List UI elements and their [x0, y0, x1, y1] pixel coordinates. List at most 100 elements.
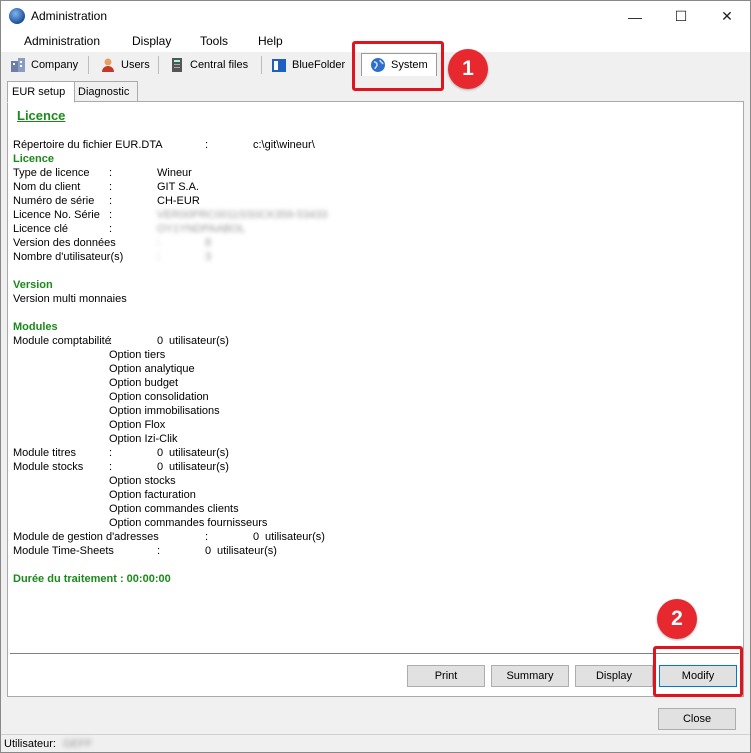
building-icon: [10, 57, 26, 73]
option-budget: Option budget: [109, 377, 179, 389]
tab-central-files[interactable]: Central files: [169, 53, 248, 76]
module-adresses-unit: utilisateur(s): [265, 531, 325, 543]
file-path-label: Répertoire du fichier EUR.DTA: [13, 139, 163, 151]
blue-folder-icon: [271, 57, 287, 73]
close-window-button[interactable]: ✕: [704, 1, 750, 32]
window-title: Administration: [31, 9, 108, 23]
version-value: Version multi monnaies: [13, 293, 127, 305]
menu-tools[interactable]: Tools: [200, 34, 228, 48]
status-user-value: GEFF: [63, 738, 93, 750]
version-section-title: Version: [13, 279, 53, 291]
data-version-sep: :: [157, 237, 161, 249]
option-commandes-clients: Option commandes clients: [109, 503, 239, 515]
toolbar-separator: [261, 56, 262, 74]
module-titres-label: Module titres: [13, 447, 76, 459]
data-version-label: Version des données: [13, 237, 116, 249]
status-bar: Utilisateur: GEFF: [1, 734, 750, 752]
client-name-label: Nom du client: [13, 181, 81, 193]
menu-display[interactable]: Display: [132, 34, 171, 48]
status-user-label: Utilisateur:: [4, 738, 56, 750]
module-timesheets-label: Module Time-Sheets: [13, 545, 114, 557]
maximize-button[interactable]: ☐: [658, 1, 704, 32]
minimize-button[interactable]: —: [612, 1, 658, 32]
menu-administration[interactable]: Administration: [24, 34, 100, 48]
highlight-system-tab: [352, 41, 444, 91]
option-commandes-fournisseurs: Option commandes fournisseurs: [109, 517, 268, 529]
tab-bluefolder-label: BlueFolder: [292, 58, 346, 71]
tab-company[interactable]: Company: [10, 53, 78, 76]
modules-section-title: Modules: [13, 321, 58, 333]
user-count-label: Nombre d'utilisateur(s): [13, 251, 124, 263]
licence-serial-value: VER00PRC0011SS0CK359-53433: [157, 209, 328, 221]
option-analytique: Option analytique: [109, 363, 195, 375]
user-icon: [100, 57, 116, 73]
module-compta-sep: :: [109, 335, 113, 347]
report-heading: Licence: [17, 108, 66, 123]
file-path-separator: :: [205, 139, 209, 151]
panel-divider: [10, 653, 739, 654]
module-adresses-label: Module de gestion d'adresses: [13, 531, 159, 543]
close-button[interactable]: Close: [658, 708, 736, 730]
user-count-value: 3: [205, 251, 212, 263]
print-button[interactable]: Print: [407, 665, 485, 687]
module-titres-count: 0: [157, 447, 164, 459]
option-stocks: Option stocks: [109, 475, 176, 487]
tab-users-label: Users: [121, 58, 150, 71]
module-compta-unit: utilisateur(s): [169, 335, 229, 347]
module-adresses-sep: :: [205, 531, 209, 543]
server-icon: [169, 57, 185, 73]
data-version-value: 8: [205, 237, 212, 249]
client-name-value: GIT S.A.: [157, 181, 199, 193]
menu-help[interactable]: Help: [258, 34, 283, 48]
option-consolidation: Option consolidation: [109, 391, 209, 403]
licence-type-label: Type de licence: [13, 167, 90, 179]
tab-central-files-label: Central files: [190, 58, 249, 71]
tab-users[interactable]: Users: [100, 53, 150, 76]
file-path-value: c:\git\wineur\: [253, 139, 315, 151]
module-timesheets-sep: :: [157, 545, 161, 557]
module-timesheets-count: 0: [205, 545, 212, 557]
administration-window: Administration — ☐ ✕ Administration Disp…: [0, 0, 751, 753]
option-flox: Option Flox: [109, 419, 166, 431]
processing-duration: Durée du traitement : 00:00:00: [13, 573, 171, 585]
option-immobilisations: Option immobilisations: [109, 405, 220, 417]
licence-key-sep: :: [109, 223, 113, 235]
option-izi-clik: Option Izi-Clik: [109, 433, 178, 445]
module-stocks-sep: :: [109, 461, 113, 473]
licence-type-value: Wineur: [157, 167, 192, 179]
serial-number-value: CH-EUR: [157, 195, 200, 207]
client-name-sep: :: [109, 181, 113, 193]
option-tiers: Option tiers: [109, 349, 166, 361]
display-button[interactable]: Display: [575, 665, 653, 687]
licence-report: Licence Répertoire du fichier EUR.DTA : …: [12, 104, 738, 654]
licence-type-sep: :: [109, 167, 113, 179]
module-stocks-label: Module stocks: [13, 461, 84, 473]
title-bar: Administration — ☐ ✕: [1, 1, 750, 32]
licence-section-title: Licence: [13, 153, 54, 165]
licence-serial-label: Licence No. Série: [13, 209, 100, 221]
licence-key-label: Licence clé: [13, 223, 69, 235]
module-stocks-unit: utilisateur(s): [169, 461, 229, 473]
tab-diagnostic[interactable]: Diagnostic: [73, 81, 138, 102]
module-timesheets-unit: utilisateur(s): [217, 545, 277, 557]
user-count-sep: :: [157, 251, 161, 263]
tab-company-label: Company: [31, 58, 79, 71]
module-adresses-count: 0: [253, 531, 260, 543]
toolbar-separator: [158, 56, 159, 74]
serial-number-label: Numéro de série: [13, 195, 95, 207]
step-badge-2: 2: [657, 599, 697, 639]
serial-number-sep: :: [109, 195, 113, 207]
module-compta-count: 0: [157, 335, 164, 347]
app-logo-icon: [9, 8, 25, 24]
module-stocks-count: 0: [157, 461, 164, 473]
summary-button[interactable]: Summary: [491, 665, 569, 687]
licence-key-value: OY1YNDPAABOL: [157, 223, 246, 235]
module-titres-sep: :: [109, 447, 113, 459]
licence-serial-sep: :: [109, 209, 113, 221]
tab-bluefolder[interactable]: BlueFolder: [271, 53, 345, 76]
step-badge-1: 1: [448, 49, 488, 89]
eur-setup-panel: Licence Répertoire du fichier EUR.DTA : …: [7, 101, 744, 697]
tab-eur-setup[interactable]: EUR setup: [7, 81, 75, 103]
option-facturation: Option facturation: [109, 489, 196, 501]
toolbar-separator: [88, 56, 89, 74]
